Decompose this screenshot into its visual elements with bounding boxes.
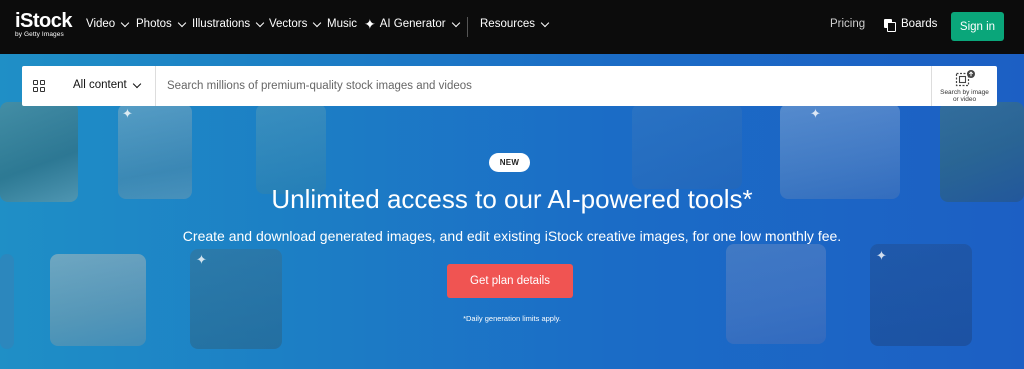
nav-pricing[interactable]: Pricing: [830, 18, 865, 30]
search-by-image-button[interactable]: Search by image or video: [931, 66, 997, 106]
hero-subheadline: Create and download generated images, an…: [182, 228, 842, 244]
image-search-label-line2: or video: [952, 96, 977, 103]
search-input[interactable]: [167, 76, 907, 96]
background-photo-edge: [0, 254, 14, 349]
image-search-label-line1: Search by image: [940, 89, 989, 96]
sparkle-icon: ✦: [122, 106, 133, 121]
nav-ai-generator[interactable]: ✦ AI Generator: [364, 16, 460, 32]
search-divider: [155, 66, 156, 106]
sparkle-icon: ✦: [364, 16, 376, 32]
chevron-down-icon: [177, 18, 187, 27]
logo-tagline: by Getty Images: [15, 31, 64, 38]
grid-icon: [33, 80, 45, 92]
nav-illustrations-label: Illustrations: [192, 18, 251, 30]
nav-divider: [467, 17, 468, 37]
nav-photos-label: Photos: [136, 18, 172, 30]
hero-headline: Unlimited access to our AI-powered tools…: [271, 184, 753, 214]
chevron-down-icon: [540, 18, 550, 27]
nav-video[interactable]: Video: [86, 18, 130, 30]
get-plan-details-button[interactable]: Get plan details: [447, 264, 573, 298]
image-search-label: Search by image or video: [940, 89, 989, 103]
background-photo-woman: [256, 104, 326, 194]
chevron-down-icon: [255, 18, 265, 27]
sign-in-button[interactable]: Sign in: [951, 12, 1004, 41]
content-type-label: All content: [73, 79, 127, 91]
nav-music-label: Music: [327, 18, 358, 30]
image-search-icon: [955, 70, 975, 87]
istock-logo[interactable]: iStock by Getty Images: [15, 10, 73, 39]
chevron-down-icon: [120, 18, 130, 27]
nav-music[interactable]: Music: [327, 18, 357, 30]
chevron-down-icon: [313, 18, 322, 27]
content-type-dropdown[interactable]: All content: [73, 79, 141, 91]
top-nav: iStock by Getty Images Video Photos Illu…: [0, 0, 1024, 54]
hero-footnote: *Daily generation limits apply.: [463, 314, 561, 323]
sparkle-icon: ✦: [810, 106, 821, 121]
boards-icon: [884, 18, 896, 32]
chevron-down-icon: [451, 18, 460, 27]
nav-photos[interactable]: Photos: [136, 18, 187, 30]
chevron-down-icon: [132, 79, 141, 88]
background-photo-dunes: [726, 244, 826, 344]
new-badge: NEW: [489, 153, 530, 172]
sparkle-icon: ✦: [196, 252, 207, 267]
nav-resources-label: Resources: [480, 18, 535, 30]
nav-boards-label: Boards: [901, 18, 938, 30]
background-photo-clouds: [632, 104, 742, 189]
nav-resources[interactable]: Resources: [480, 18, 550, 30]
logo-wordmark: iStock: [15, 10, 73, 32]
nav-ai-generator-label: AI Generator: [379, 18, 446, 30]
sparkle-icon: ✦: [876, 248, 887, 263]
nav-vectors-label: Vectors: [269, 18, 308, 30]
nav-video-label: Video: [86, 18, 116, 30]
search-bar: All content Search by image or video: [22, 66, 997, 106]
background-photo-person: [50, 254, 146, 346]
nav-vectors[interactable]: Vectors: [269, 18, 322, 30]
nav-illustrations[interactable]: Illustrations: [192, 18, 265, 30]
nav-boards[interactable]: Boards: [884, 18, 938, 32]
